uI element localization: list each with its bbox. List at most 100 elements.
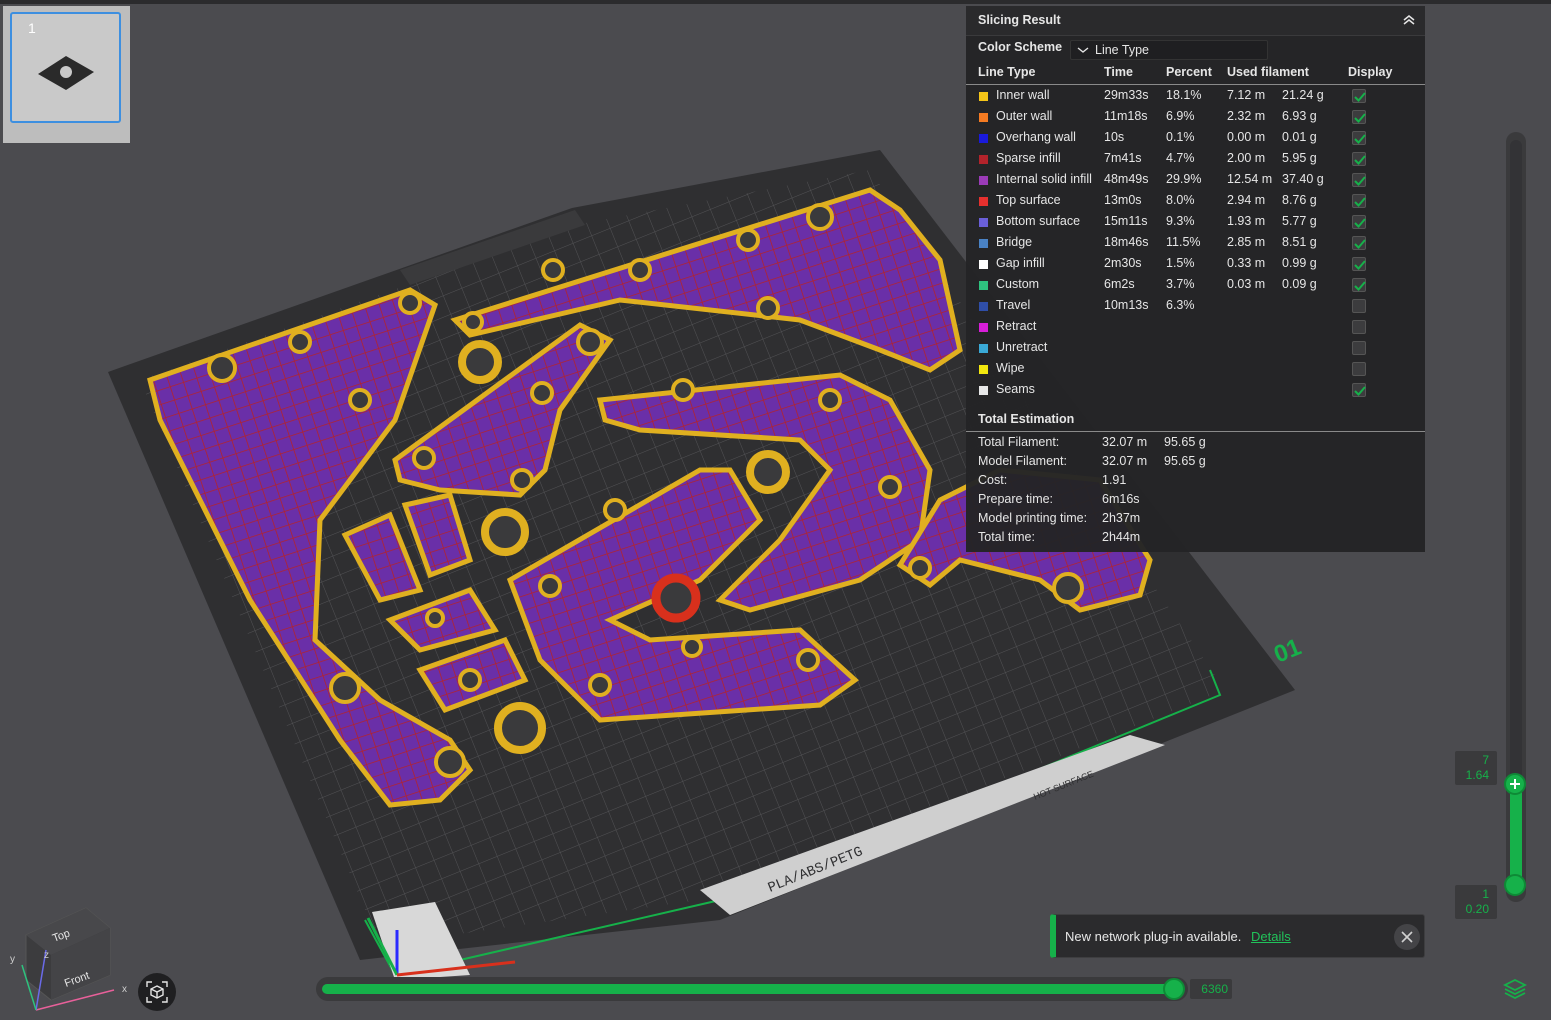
- total-value2: 95.65 g: [1164, 454, 1206, 468]
- total-value: 2h37m: [1102, 511, 1141, 525]
- line-type-row: Outer wall 11m18s 6.9% 2.32 m 6.93 g: [966, 107, 1425, 128]
- display-checkbox[interactable]: [1352, 173, 1366, 187]
- checkmark-icon: [1354, 281, 1366, 291]
- line-type-time: 29m33s: [1104, 88, 1149, 102]
- color-swatch: [979, 176, 988, 185]
- col-percent: Percent: [1166, 65, 1212, 79]
- line-type-name: Sparse infill: [996, 151, 1061, 165]
- col-time: Time: [1104, 65, 1133, 79]
- display-checkbox[interactable]: [1352, 89, 1366, 103]
- line-type-header: Line Type Time Percent Used filament Dis…: [966, 65, 1425, 85]
- line-type-time: 13m0s: [1104, 193, 1142, 207]
- line-type-length: 2.85 m: [1227, 235, 1266, 249]
- display-checkbox[interactable]: [1352, 278, 1366, 292]
- checkmark-icon: [1354, 218, 1366, 228]
- display-checkbox[interactable]: [1352, 299, 1366, 313]
- checkmark-icon: [1354, 92, 1366, 102]
- display-checkbox[interactable]: [1352, 257, 1366, 271]
- line-type-time: 48m49s: [1104, 172, 1149, 186]
- view-cube[interactable]: Top Front x y z: [6, 900, 136, 1015]
- line-type-name: Custom: [996, 277, 1040, 291]
- display-checkbox[interactable]: [1352, 215, 1366, 229]
- color-swatch: [979, 218, 988, 227]
- line-type-row: Bottom surface 15m11s 9.3% 1.93 m 5.77 g: [966, 212, 1425, 233]
- cube-view-icon: [146, 981, 168, 1003]
- window-top-border: [0, 0, 1551, 4]
- line-type-percent: 29.9%: [1166, 172, 1202, 186]
- panel-title: Slicing Result: [978, 13, 1061, 27]
- total-row: Total Filament: 32.07 m 95.65 g: [966, 434, 1425, 453]
- line-type-percent: 4.7%: [1166, 151, 1195, 165]
- total-value: 32.07 m: [1102, 454, 1148, 468]
- display-checkbox[interactable]: [1352, 131, 1366, 145]
- bottom-layer-height: 0.20: [1465, 902, 1489, 916]
- line-type-name: Wipe: [996, 361, 1025, 375]
- display-checkbox[interactable]: [1352, 152, 1366, 166]
- col-display: Display: [1348, 65, 1393, 79]
- line-type-percent: 0.1%: [1166, 130, 1195, 144]
- total-row: Model Filament: 32.07 m 95.65 g: [966, 453, 1425, 472]
- line-type-weight: 5.95 g: [1282, 151, 1317, 165]
- header-divider: [966, 84, 1425, 85]
- display-checkbox[interactable]: [1352, 110, 1366, 124]
- display-checkbox[interactable]: [1352, 236, 1366, 250]
- checkmark-icon: [1354, 197, 1366, 207]
- axis-y-label: y: [10, 954, 15, 965]
- top-layer-number: 7: [1482, 753, 1489, 767]
- line-type-row: Travel 10m13s 6.3%: [966, 296, 1425, 317]
- color-swatch: [979, 344, 988, 353]
- line-type-percent: 3.7%: [1166, 277, 1195, 291]
- color-swatch: [979, 281, 988, 290]
- checkmark-icon: [1354, 113, 1366, 123]
- color-scheme-select[interactable]: Line Type: [1070, 40, 1268, 60]
- color-swatch: [979, 386, 988, 395]
- top-layer-height: 1.64: [1465, 768, 1489, 782]
- layer-slider-bottom-handle[interactable]: [1504, 874, 1526, 896]
- checkmark-icon: [1354, 155, 1366, 165]
- line-type-percent: 1.5%: [1166, 256, 1195, 270]
- line-type-length: 0.33 m: [1227, 256, 1266, 270]
- line-type-percent: 18.1%: [1166, 88, 1202, 102]
- axis-x-label: x: [122, 984, 127, 995]
- line-type-time: 11m18s: [1104, 109, 1148, 123]
- line-type-weight: 5.77 g: [1282, 214, 1317, 228]
- plate-preview-icon: [38, 56, 94, 90]
- axis-z-label: z: [44, 950, 49, 961]
- fit-view-button[interactable]: [138, 973, 176, 1011]
- layer-slider-top-handle[interactable]: [1504, 773, 1526, 795]
- line-type-name: Gap infill: [996, 256, 1045, 270]
- line-type-row: Retract: [966, 317, 1425, 338]
- line-type-length: 0.03 m: [1227, 277, 1266, 291]
- layers-icon[interactable]: [1503, 977, 1527, 1001]
- plate-thumbnail-panel: 1: [3, 6, 130, 143]
- total-row: Prepare time: 6m16s: [966, 491, 1425, 510]
- line-type-row: Bridge 18m46s 11.5% 2.85 m 8.51 g: [966, 233, 1425, 254]
- total-label: Model printing time:: [978, 511, 1088, 525]
- display-checkbox[interactable]: [1352, 362, 1366, 376]
- display-checkbox[interactable]: [1352, 383, 1366, 397]
- line-type-percent: 6.3%: [1166, 298, 1195, 312]
- notification-close-button[interactable]: [1394, 924, 1420, 950]
- plate-thumbnail[interactable]: 1: [10, 12, 121, 123]
- total-estimation-title: Total Estimation: [978, 412, 1075, 426]
- line-type-name: Top surface: [996, 193, 1061, 207]
- chevron-up-icon[interactable]: [1401, 12, 1417, 28]
- move-slider-range: [322, 984, 1174, 994]
- display-checkbox[interactable]: [1352, 320, 1366, 334]
- move-slider-handle[interactable]: [1163, 978, 1185, 1000]
- total-label: Total time:: [978, 530, 1035, 544]
- line-type-time: 6m2s: [1104, 277, 1135, 291]
- display-checkbox[interactable]: [1352, 341, 1366, 355]
- line-type-row: Wipe: [966, 359, 1425, 380]
- line-type-name: Retract: [996, 319, 1037, 333]
- line-type-length: 7.12 m: [1227, 88, 1266, 102]
- line-type-name: Outer wall: [996, 109, 1053, 123]
- notification-details-link[interactable]: Details: [1251, 929, 1291, 944]
- line-type-time: 10m13s: [1104, 298, 1149, 312]
- display-checkbox[interactable]: [1352, 194, 1366, 208]
- total-label: Model Filament:: [978, 454, 1067, 468]
- close-icon: [1401, 931, 1413, 943]
- line-type-weight: 8.51 g: [1282, 235, 1317, 249]
- total-row: Cost: 1.91: [966, 472, 1425, 491]
- line-type-weight: 0.01 g: [1282, 130, 1317, 144]
